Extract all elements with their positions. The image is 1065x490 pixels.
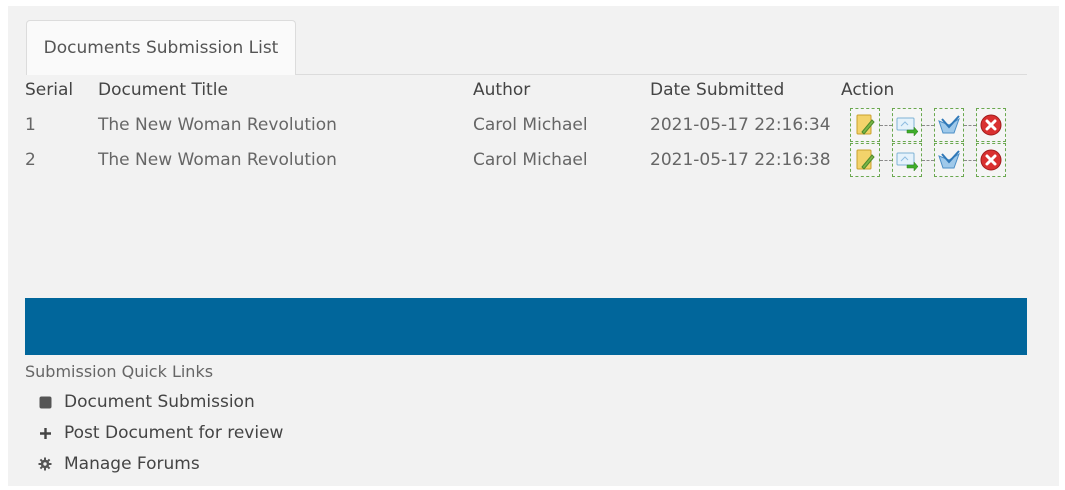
tab-documents-submission-list[interactable]: Documents Submission List bbox=[26, 20, 296, 75]
action-separator bbox=[880, 124, 892, 126]
tab-divider bbox=[296, 74, 1027, 75]
content-panel bbox=[8, 6, 1059, 486]
approve-button[interactable] bbox=[934, 108, 964, 142]
column-header-date-submitted: Date Submitted bbox=[650, 80, 785, 100]
approve-icon bbox=[938, 115, 960, 134]
approve-button[interactable] bbox=[934, 143, 964, 177]
action-separator bbox=[964, 124, 976, 126]
quick-link-label: Post Document for review bbox=[64, 423, 284, 443]
quick-link-manage-forums[interactable]: Manage Forums bbox=[38, 454, 200, 474]
delete-button[interactable] bbox=[976, 108, 1006, 142]
send-button[interactable] bbox=[892, 108, 922, 142]
edit-icon bbox=[856, 149, 875, 170]
send-icon bbox=[896, 152, 919, 172]
footer-banner bbox=[25, 298, 1027, 355]
action-separator bbox=[880, 159, 892, 161]
delete-button[interactable] bbox=[976, 143, 1006, 177]
action-separator bbox=[922, 124, 934, 126]
column-header-action: Action bbox=[841, 80, 895, 100]
row-document-title[interactable]: The New Woman Revolution bbox=[98, 115, 337, 135]
column-header-document-title: Document Title bbox=[98, 80, 228, 100]
edit-button[interactable] bbox=[850, 108, 880, 142]
quick-link-post-document-for-review[interactable]: Post Document for review bbox=[38, 423, 283, 443]
square-icon bbox=[38, 395, 52, 409]
quick-links-title: Submission Quick Links bbox=[25, 362, 214, 381]
row-author: Carol Michael bbox=[473, 150, 588, 170]
edit-icon bbox=[856, 114, 875, 135]
quick-link-label: Manage Forums bbox=[64, 454, 200, 474]
column-header-serial: Serial bbox=[25, 80, 74, 100]
gear-icon bbox=[38, 457, 52, 471]
delete-icon bbox=[980, 114, 1002, 136]
row-serial: 1 bbox=[25, 115, 36, 135]
plus-icon bbox=[38, 426, 52, 440]
row-serial: 2 bbox=[25, 150, 36, 170]
send-button[interactable] bbox=[892, 143, 922, 177]
send-icon bbox=[896, 117, 919, 137]
row-actions bbox=[850, 143, 1006, 177]
row-actions bbox=[850, 108, 1006, 142]
action-separator bbox=[922, 159, 934, 161]
row-document-title[interactable]: The New Woman Revolution bbox=[98, 150, 337, 170]
row-author: Carol Michael bbox=[473, 115, 588, 135]
approve-icon bbox=[938, 150, 960, 169]
delete-icon bbox=[980, 149, 1002, 171]
row-date-submitted: 2021-05-17 22:16:34 bbox=[650, 115, 831, 135]
column-header-author: Author bbox=[473, 80, 531, 100]
action-separator bbox=[964, 159, 976, 161]
quick-link-label: Document Submission bbox=[64, 392, 255, 412]
edit-button[interactable] bbox=[850, 143, 880, 177]
quick-link-document-submission[interactable]: Document Submission bbox=[38, 392, 255, 412]
row-date-submitted: 2021-05-17 22:16:38 bbox=[650, 150, 831, 170]
